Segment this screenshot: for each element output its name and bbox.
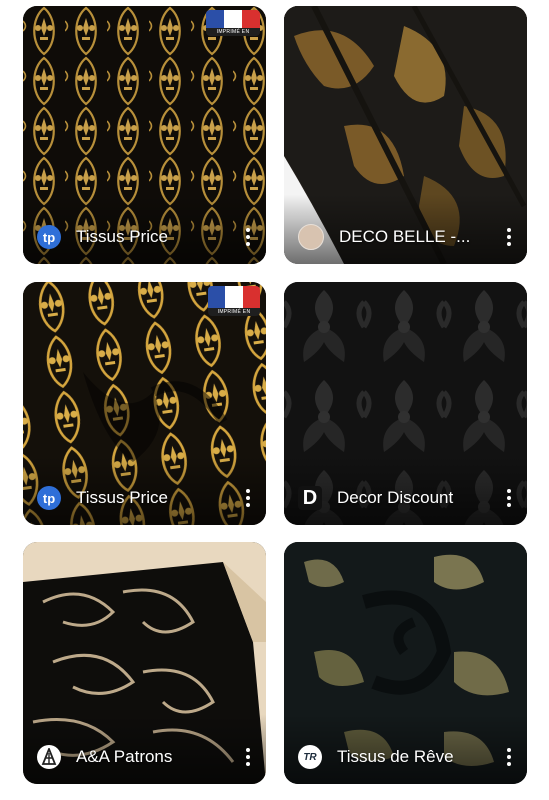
flag-red xyxy=(242,286,260,308)
flag-caption: IMPRIMÉ EN FRANCE xyxy=(208,308,260,316)
france-flag-badge: IMPRIMÉ EN FRANCE xyxy=(206,10,260,36)
more-options-icon[interactable] xyxy=(240,224,256,250)
pin-card[interactable]: DECO BELLE -... xyxy=(284,6,527,264)
pin-grid: IMPRIMÉ EN FRANCE tp Tissus Price xyxy=(0,0,549,800)
avatar-text: D xyxy=(302,486,318,509)
more-options-icon[interactable] xyxy=(240,744,256,770)
avatar-text: TR xyxy=(303,751,317,763)
flag-blue xyxy=(206,10,224,28)
source-name[interactable]: A&A Patrons xyxy=(76,747,240,767)
source-name[interactable]: Tissus de Rêve xyxy=(337,747,501,767)
avatar[interactable]: D xyxy=(298,486,322,510)
avatar-text: tp xyxy=(42,229,56,245)
france-flag-badge: IMPRIMÉ EN FRANCE xyxy=(208,286,260,316)
pin-footer: tp Tissus Price xyxy=(37,485,256,511)
more-options-icon[interactable] xyxy=(240,485,256,511)
pin-footer: A&A Patrons xyxy=(37,744,256,770)
pin-card[interactable]: IMPRIMÉ EN FRANCE tp Tissus Price xyxy=(23,6,266,264)
more-options-icon[interactable] xyxy=(501,224,517,250)
avatar[interactable]: TR xyxy=(298,745,322,769)
pin-footer: DECO BELLE -... xyxy=(298,224,517,250)
pin-card[interactable]: A&A Patrons xyxy=(23,542,266,784)
source-name[interactable]: Tissus Price xyxy=(76,488,240,508)
tree-logo-icon xyxy=(41,748,57,765)
pin-footer: tp Tissus Price xyxy=(37,224,256,250)
avatar[interactable] xyxy=(37,745,61,769)
pin-card[interactable]: D Decor Discount xyxy=(284,282,527,525)
source-name[interactable]: DECO BELLE -... xyxy=(339,227,501,247)
flag-red xyxy=(242,10,260,28)
more-options-icon[interactable] xyxy=(501,485,517,511)
source-name[interactable]: Tissus Price xyxy=(76,227,240,247)
pin-footer: D Decor Discount xyxy=(298,485,517,511)
pin-footer: TR Tissus de Rêve xyxy=(298,744,517,770)
avatar[interactable]: tp xyxy=(37,486,61,510)
more-options-icon[interactable] xyxy=(501,744,517,770)
source-name[interactable]: Decor Discount xyxy=(337,488,501,508)
flag-white xyxy=(225,286,243,308)
flag-white xyxy=(224,10,242,28)
avatar[interactable]: tp xyxy=(37,225,61,249)
pin-card[interactable]: TR Tissus de Rêve xyxy=(284,542,527,784)
flag-caption: IMPRIMÉ EN FRANCE xyxy=(206,28,260,36)
flag-blue xyxy=(208,286,226,308)
avatar[interactable] xyxy=(298,224,324,250)
avatar-text: tp xyxy=(42,490,56,506)
pin-card[interactable]: IMPRIMÉ EN FRANCE tp Tissus Price xyxy=(23,282,266,525)
